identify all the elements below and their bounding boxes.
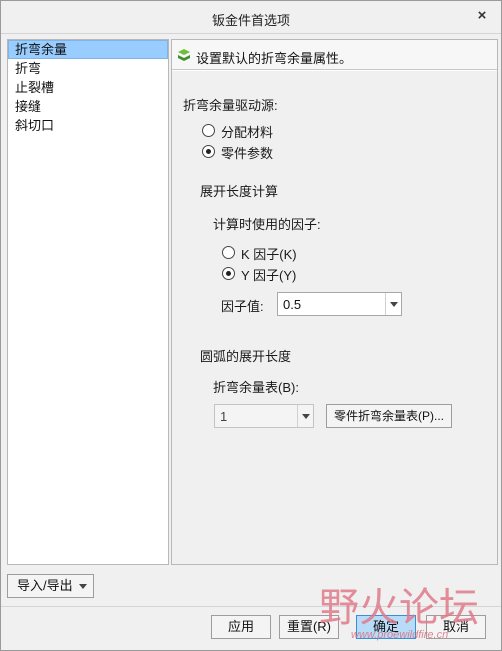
factor-value: 0.5 [283, 297, 302, 312]
category-list: 折弯余量 折弯 止裂槽 接缝 斜切口 [7, 39, 169, 565]
settings-panel: 设置默认的折弯余量属性。 折弯余量驱动源: 分配材料 零件参数 展开长度计算 计… [171, 39, 498, 565]
radio-y-factor[interactable] [222, 267, 235, 280]
import-export-label: 导入/导出 [17, 578, 73, 593]
info-bar: 设置默认的折弯余量属性。 [172, 40, 497, 70]
nav-item-label: 折弯余量 [15, 42, 68, 57]
radio-part-parameters[interactable] [202, 145, 215, 158]
developed-length-heading: 展开长度计算 [200, 184, 279, 199]
settings-body: 折弯余量驱动源: 分配材料 零件参数 展开长度计算 计算时使用的因子: K 因子… [172, 71, 497, 564]
nav-item-seam[interactable]: 接缝 [8, 97, 168, 116]
sheetmetal-preferences-dialog: 钣金件首选项 × 折弯余量 折弯 止裂槽 接缝 斜切口 设置默认的折弯余量属性。… [0, 0, 502, 651]
title-bar: 钣金件首选项 × [1, 1, 501, 34]
radio-part-parameters-label: 零件参数 [221, 146, 274, 161]
nav-item-bend-allowance[interactable]: 折弯余量 [8, 40, 168, 59]
ok-button[interactable]: 确定 [356, 615, 416, 639]
radio-k-factor[interactable] [222, 246, 235, 259]
apply-button[interactable]: 应用 [211, 615, 271, 639]
dialog-title: 钣金件首选项 [211, 13, 290, 28]
radio-assign-material-label: 分配材料 [221, 125, 274, 140]
bend-table-select[interactable]: 1 [214, 404, 314, 428]
reset-button[interactable]: 重置(R) [279, 615, 339, 639]
bend-source-label: 折弯余量驱动源: [183, 98, 278, 113]
part-bend-table-button[interactable]: 零件折弯余量表(P)... [326, 404, 452, 428]
factor-value-label: 因子值: [221, 299, 264, 314]
nav-item-label: 折弯 [15, 61, 42, 76]
chevron-down-icon[interactable] [297, 405, 313, 427]
radio-assign-material[interactable] [202, 124, 215, 137]
cancel-button[interactable]: 取消 [426, 615, 486, 639]
close-icon[interactable]: × [473, 7, 491, 25]
nav-item-relief[interactable]: 止裂槽 [8, 78, 168, 97]
nav-item-miter-cut[interactable]: 斜切口 [8, 116, 168, 135]
bend-table-label: 折弯余量表(B): [213, 380, 299, 395]
footer-divider [1, 606, 501, 607]
info-text: 设置默认的折弯余量属性。 [196, 51, 353, 66]
factor-value-select[interactable]: 0.5 [277, 292, 402, 316]
nav-item-bend[interactable]: 折弯 [8, 59, 168, 78]
bend-table-value: 1 [220, 409, 228, 424]
nav-item-label: 止裂槽 [15, 80, 55, 95]
radio-y-factor-label: Y 因子(Y) [241, 268, 297, 283]
radio-k-factor-label: K 因子(K) [241, 247, 297, 262]
chevron-down-icon [79, 584, 87, 589]
nav-item-label: 接缝 [15, 99, 42, 114]
factor-heading: 计算时使用的因子: [213, 217, 321, 232]
chevron-down-icon[interactable] [385, 293, 401, 315]
import-export-button[interactable]: 导入/导出 [7, 574, 94, 598]
arc-length-heading: 圆弧的展开长度 [200, 349, 292, 364]
sheetmetal-icon [178, 49, 190, 61]
nav-item-label: 斜切口 [15, 118, 55, 133]
